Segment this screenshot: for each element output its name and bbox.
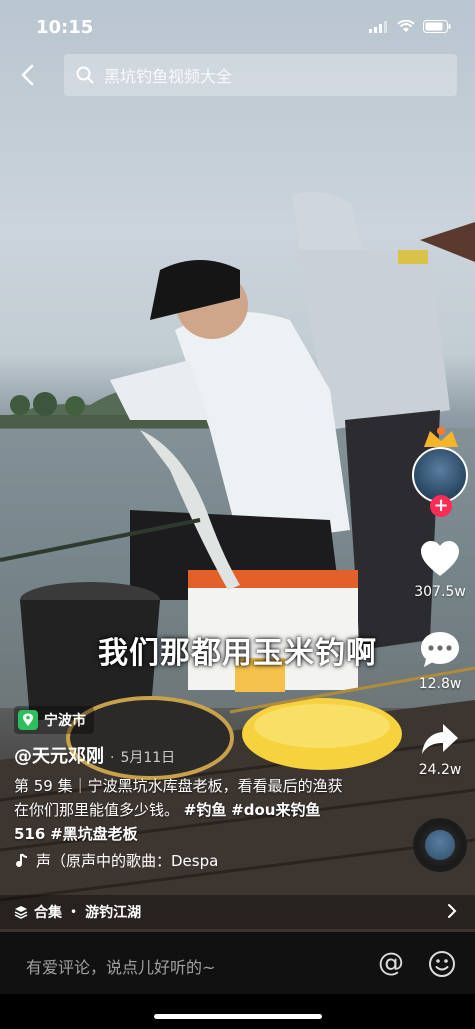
music-disc-button[interactable] (413, 818, 467, 872)
collection-stack-icon (14, 905, 28, 919)
home-indicator[interactable] (154, 1014, 322, 1019)
search-input[interactable]: 黑坑钓鱼视频大全 (64, 54, 457, 96)
location-tag[interactable]: 宁波市 (14, 706, 94, 734)
music-row[interactable]: 声（原声中的歌曲：Despa (14, 850, 246, 871)
share-count: 24.2w (418, 762, 462, 778)
share-icon (422, 724, 458, 754)
music-title: 声（原声中的歌曲：Despa (36, 852, 219, 870)
comment-count: 12.8w (418, 676, 462, 692)
video-subtitle: 我们那都用玉米钓啊 (98, 636, 377, 671)
collection-bar[interactable]: 合集 • 游钓江湖 (0, 895, 475, 929)
like-count: 307.5w (414, 584, 466, 600)
mention-button[interactable]: @ (378, 948, 404, 978)
author-avatar-button[interactable]: + (410, 425, 470, 517)
wifi-icon (397, 20, 415, 32)
status-bar: 10:15 (0, 0, 475, 54)
location-pin-icon (18, 710, 38, 730)
collection-label: 合集 (34, 905, 62, 921)
music-note-icon (16, 852, 28, 867)
location-name: 宁波市 (44, 713, 86, 729)
heart-icon (421, 541, 459, 576)
like-button[interactable]: 307.5w (410, 540, 470, 600)
back-arrow-icon (21, 64, 34, 86)
follow-button[interactable]: + (430, 495, 452, 517)
emoji-icon[interactable] (428, 950, 456, 982)
signal-icon (369, 20, 387, 33)
comment-bar: 有爱评论，说点儿好听的~ @ (0, 932, 475, 994)
status-icons (369, 20, 451, 33)
music-disc-cover (425, 830, 455, 860)
author-row: @天元邓刚 · 5月11日 (14, 742, 175, 768)
chevron-right-icon (447, 903, 457, 923)
back-button[interactable] (14, 62, 40, 88)
author-handle[interactable]: @天元邓刚 (14, 742, 104, 768)
share-button[interactable]: 24.2w (410, 722, 470, 778)
search-icon (76, 66, 94, 84)
hashtag-heikeng[interactable]: #黑坑盘老板 (50, 825, 138, 843)
collection-dot: • (70, 905, 78, 919)
status-time: 10:15 (36, 17, 94, 38)
battery-icon (423, 20, 451, 33)
post-date: 5月11日 (120, 750, 176, 766)
separator-dot: · (110, 750, 115, 766)
comment-input[interactable]: 有爱评论，说点儿好听的~ (26, 954, 215, 978)
video-description: 第 59 集｜宁波黑坑水库盘老板，看看最后的渔获在你们那里能值多少钱。 #钓鱼 … (14, 774, 354, 846)
collection-name: 游钓江湖 (85, 905, 142, 921)
hashtag-fishing[interactable]: #钓鱼 (184, 801, 227, 819)
search-query: 黑坑钓鱼视频大全 (104, 67, 233, 86)
